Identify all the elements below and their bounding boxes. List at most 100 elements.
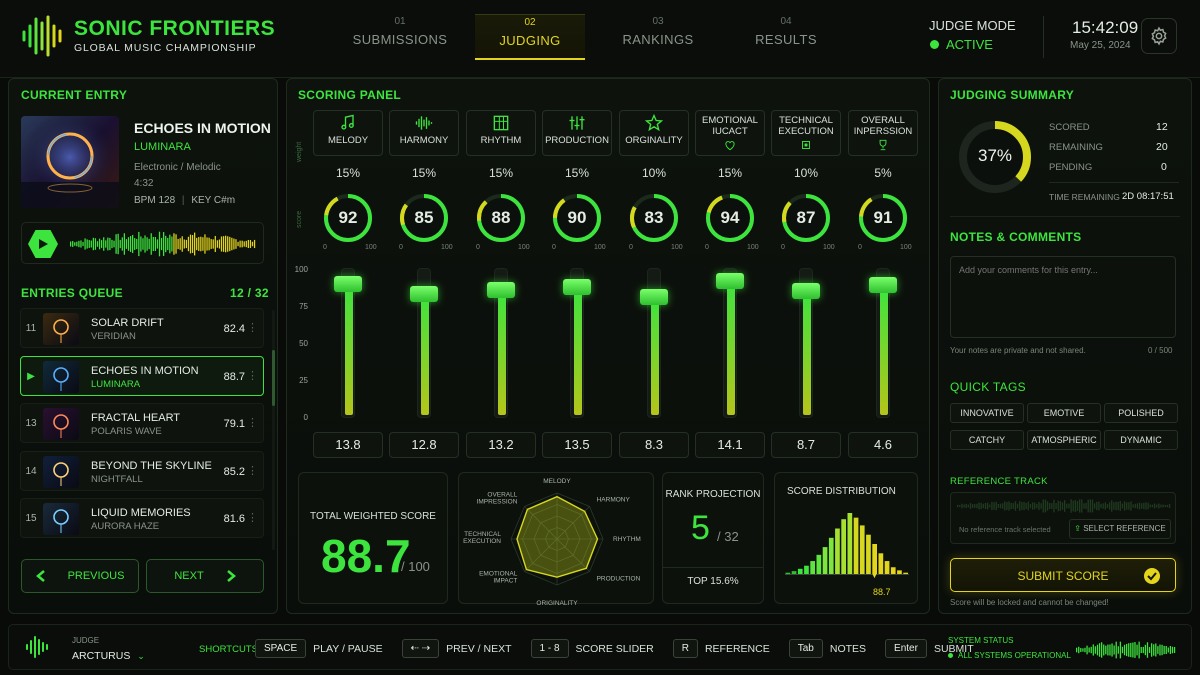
tag-catchy[interactable]: CATCHY: [950, 430, 1024, 450]
entry-key: KEY C#m: [191, 195, 236, 206]
waveform-bar: [92, 237, 94, 251]
radar-axis-label: TECHNICAL EXECUTION: [463, 531, 501, 545]
more-vertical-icon[interactable]: ⋮: [247, 416, 258, 429]
scale-label: 0: [303, 413, 308, 422]
queue-item[interactable]: 14 BEYOND THE SKYLINE NIGHTFALL 85.2 ⋮: [20, 450, 264, 491]
more-vertical-icon[interactable]: ⋮: [247, 511, 258, 524]
dial-min: 0: [476, 244, 480, 251]
queue-item[interactable]: ▶ ECHOES IN MOTION LUMINARA 88.7 ⋮: [20, 355, 264, 396]
submit-score-button[interactable]: SUBMIT SCORE: [950, 558, 1176, 592]
waveform-bar: [231, 237, 233, 251]
score-slider-handle[interactable]: [640, 288, 668, 305]
category-label: PRODUCTION: [545, 135, 609, 146]
play-button[interactable]: [28, 230, 58, 258]
category-production[interactable]: PRODUCTION: [542, 110, 612, 156]
tab-judging[interactable]: 02 JUDGING: [475, 14, 585, 60]
judge-selector[interactable]: ARCTURUS ⌄: [72, 650, 145, 662]
waveform-bar: [1144, 644, 1147, 656]
score-dial: 91: [857, 192, 909, 244]
score-slider-handle[interactable]: [487, 281, 515, 298]
weighted-score-value: 4.6: [848, 432, 918, 458]
tab-number: 01: [394, 16, 406, 27]
tab-results[interactable]: 04 RESULTS: [726, 14, 846, 60]
waveform-bar: [1128, 502, 1130, 510]
waveform-bar: [1091, 499, 1094, 513]
category-technical-execution[interactable]: TECHNICAL EXECUTION: [771, 110, 841, 156]
more-vertical-icon[interactable]: ⋮: [247, 369, 258, 382]
category-overall-inperssion[interactable]: OVERALL INPERSSION: [848, 110, 918, 156]
waveform-bar: [142, 238, 144, 250]
waveform-scrubber[interactable]: [70, 231, 256, 257]
waveform-bar: [253, 239, 256, 249]
more-vertical-icon[interactable]: ⋮: [247, 464, 258, 477]
weighted-score-value: 8.3: [619, 432, 689, 458]
settings-button[interactable]: [1141, 18, 1177, 54]
queue-item[interactable]: 11 SOLAR DRIFT VERIDIAN 82.4 ⋮: [20, 308, 264, 348]
waveform-bar: [1059, 501, 1062, 511]
next-button[interactable]: NEXT: [146, 559, 264, 593]
tag-polished[interactable]: POLISHED: [1104, 403, 1178, 423]
judge-name: ARCTURUS: [72, 650, 131, 662]
score-slider-handle[interactable]: [792, 282, 820, 299]
waveform-bar: [1109, 644, 1111, 656]
weighted-score-value: 8.7: [771, 432, 841, 458]
waveform-bar: [984, 502, 987, 510]
shortcut-key: 1 - 8: [530, 639, 569, 658]
score-slider-fill: [651, 297, 659, 415]
tag-dynamic[interactable]: DYNAMIC: [1104, 430, 1178, 450]
rank-total: / 32: [717, 529, 739, 544]
queue-item-score: 79.1: [223, 418, 245, 430]
dial-max: 100: [594, 244, 606, 251]
distribution-marker-icon: ▼: [871, 573, 878, 580]
score-slider-handle[interactable]: [334, 275, 362, 292]
distribution-bar: [835, 528, 840, 575]
score-slider-handle[interactable]: [563, 278, 591, 295]
tag-emotive[interactable]: EMOTIVE: [1027, 403, 1101, 423]
score-dial: 83: [628, 192, 680, 244]
reference-box: No reference track selected ⇪ SELECT REF…: [950, 492, 1176, 544]
category-emotional-iucact[interactable]: EMOTIONAL IUCACT: [695, 110, 765, 156]
reference-empty-text: No reference track selected: [959, 525, 1051, 534]
category-harmony[interactable]: HARMONY: [389, 110, 459, 156]
category-melody[interactable]: MELODY: [313, 110, 383, 156]
dial-min: 0: [629, 244, 633, 251]
waveform-bar: [150, 233, 152, 255]
waveform-bar: [72, 241, 74, 247]
status-waveform: [1076, 641, 1176, 659]
more-vertical-icon[interactable]: ⋮: [247, 321, 258, 334]
select-reference-button[interactable]: ⇪ SELECT REFERENCE: [1069, 519, 1171, 539]
waveform-bar: [227, 236, 229, 252]
tag-atmospheric[interactable]: ATMOSPHERIC: [1027, 430, 1101, 450]
category-label: HARMONY: [399, 135, 449, 146]
tab-rankings[interactable]: 03 RANKINGS: [598, 14, 718, 60]
score-slider-handle[interactable]: [869, 277, 897, 294]
score-slider-track[interactable]: [723, 268, 737, 418]
waveform-icon: [415, 116, 433, 130]
category-orginality[interactable]: ORGINALITY: [619, 110, 689, 156]
weighted-score-value: 13.2: [466, 432, 536, 458]
waveform-bar: [1151, 504, 1154, 508]
tag-innovative[interactable]: INNOVATIVE: [950, 403, 1024, 423]
notes-textarea[interactable]: [950, 256, 1176, 338]
tab-submissions[interactable]: 01 SUBMISSIONS: [340, 14, 460, 60]
score-slider-handle[interactable]: [410, 285, 438, 302]
score-slider-handle[interactable]: [716, 272, 744, 289]
queue-item[interactable]: 15 LIQUID MEMORIES AURORA HAZE 81.6 ⋮: [20, 498, 264, 538]
category-weight: 5%: [874, 166, 892, 180]
waveform-bar: [146, 237, 148, 251]
queue-scroll-thumb[interactable]: [272, 350, 275, 406]
waveform-bar: [1074, 500, 1077, 512]
rank-value: 5: [691, 509, 710, 547]
category-rhythm[interactable]: RHYTHM: [466, 110, 536, 156]
radar-chart: MELODY HARMONY RHYTHM PRODUCTION ORIGINALITY…: [463, 478, 641, 607]
waveform-bar: [239, 240, 241, 248]
waveform-bar: [1078, 499, 1081, 513]
waveform-bar: [160, 237, 163, 251]
waveform-bar: [1031, 502, 1034, 510]
waveform-bar: [229, 236, 231, 252]
queue-scrollbar[interactable]: [272, 310, 275, 550]
previous-button[interactable]: PREVIOUS: [21, 559, 139, 593]
category-weight: 15%: [564, 166, 590, 180]
waveform-bar: [78, 240, 80, 248]
queue-item[interactable]: 13 FRACTAL HEART POLARIS WAVE 79.1 ⋮: [20, 403, 264, 443]
